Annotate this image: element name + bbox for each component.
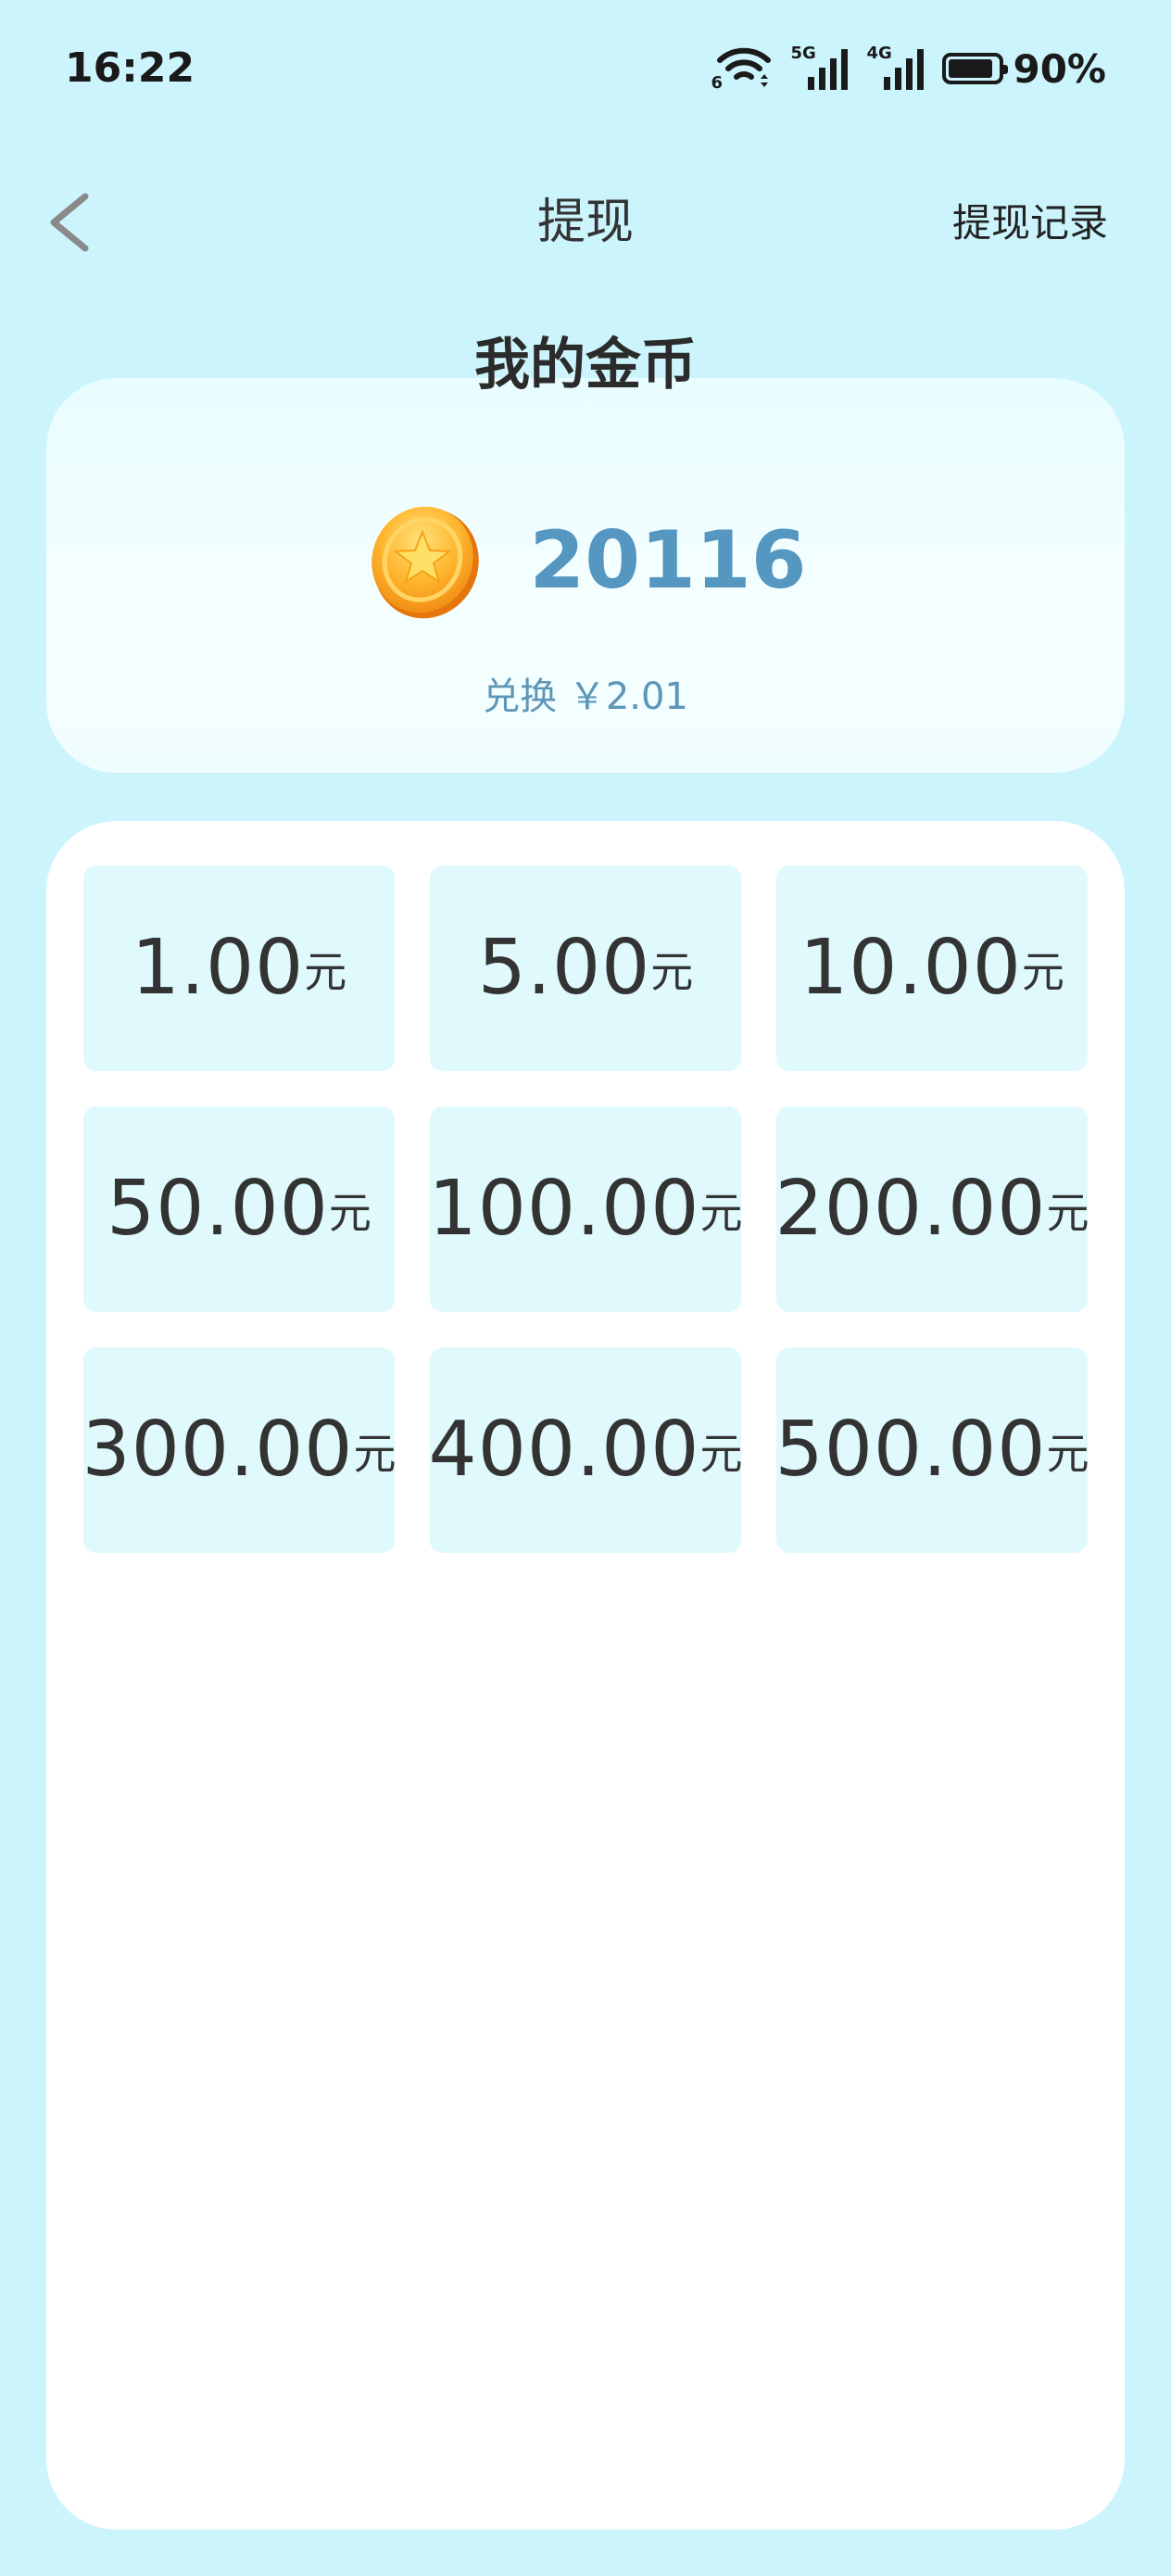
withdraw-option-400[interactable]: 400.00 元: [429, 1347, 742, 1553]
withdraw-options-grid: 1.00 元 5.00 元 10.00 元 50.00 元 100.00 元 200.00…: [82, 865, 1089, 1553]
gold-coin-icon: [371, 506, 480, 619]
battery-indicator: 90%: [942, 46, 1106, 92]
withdraw-option-50[interactable]: 50.00 元: [83, 1106, 395, 1312]
coin-card: 20116 兑换 ￥2.01: [46, 378, 1125, 773]
withdraw-option-10[interactable]: 10.00 元: [776, 865, 1088, 1071]
battery-percent: 90%: [1013, 45, 1106, 92]
withdraw-option-500[interactable]: 500.00 元: [775, 1347, 1089, 1553]
withdraw-option-100[interactable]: 100.00 元: [429, 1106, 742, 1312]
withdraw-history-link[interactable]: 提现记录: [952, 198, 1108, 248]
withdraw-option-200[interactable]: 200.00 元: [775, 1106, 1089, 1312]
back-button[interactable]: [37, 183, 111, 261]
withdraw-option-1[interactable]: 1.00 元: [83, 865, 395, 1071]
status-bar: 16:22 6 5G 4G 90%: [0, 0, 1171, 139]
status-icons: 6 5G 4G 90%: [711, 41, 1106, 96]
signal-4g-icon: 4G: [866, 45, 925, 92]
wifi-icon: 6: [711, 45, 772, 92]
signal-5g-icon: 5G: [790, 45, 849, 92]
withdraw-options-panel: 1.00 元 5.00 元 10.00 元 50.00 元 100.00 元 200.00…: [46, 821, 1125, 2530]
chevron-left-icon: [50, 193, 89, 252]
withdraw-option-300[interactable]: 300.00 元: [82, 1347, 396, 1553]
withdraw-option-5[interactable]: 5.00 元: [430, 865, 741, 1071]
coin-section-title: 我的金币: [474, 333, 697, 398]
coin-balance-row: 20116: [46, 499, 1125, 623]
exchange-value: 兑换 ￥2.01: [483, 676, 688, 718]
battery-icon: [942, 53, 1009, 84]
nav-bar: 提现 提现记录: [0, 176, 1171, 269]
status-time: 16:22: [65, 44, 195, 92]
coin-balance: 20116: [529, 514, 807, 607]
